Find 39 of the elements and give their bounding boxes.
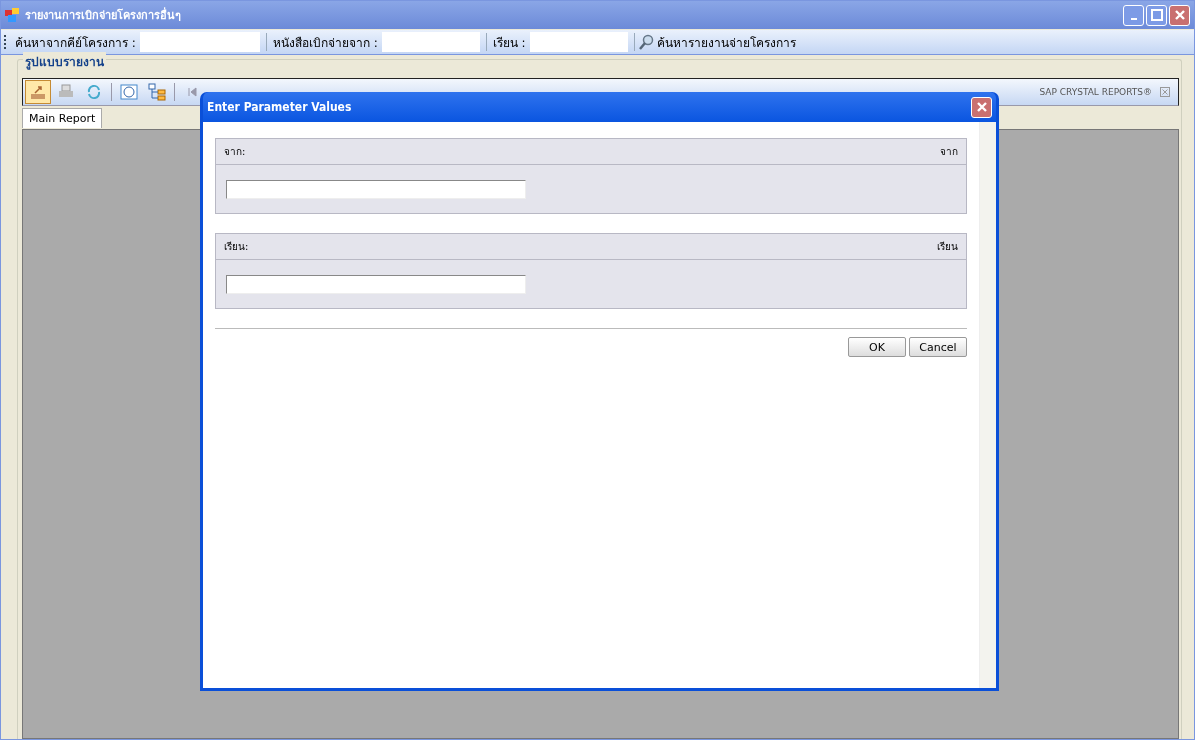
input-field[interactable] — [139, 32, 260, 52]
search-button[interactable]: ค้นหารายงานจ่ายโครงการ — [636, 32, 798, 52]
tree-icon — [148, 83, 166, 101]
export-button[interactable] — [25, 80, 51, 104]
refresh-icon — [86, 84, 102, 100]
dialog-button[interactable]: OK — [848, 337, 906, 357]
minimize-icon — [1130, 18, 1137, 20]
close-button[interactable] — [1169, 4, 1190, 26]
window-title: รายงานการเบิกจ่ายโครงการอื่นๆ — [25, 6, 181, 24]
brand-label: SAP CRYSTAL REPORTS® — [1039, 87, 1152, 97]
group-title: รูปแบบรายงาน — [23, 52, 106, 71]
parameter-description: เรียน — [937, 240, 958, 254]
toolbar-grip — [4, 35, 8, 49]
export-icon — [30, 84, 46, 100]
app-icon — [5, 8, 19, 22]
input-field[interactable] — [381, 32, 480, 52]
input-field[interactable] — [226, 275, 526, 294]
first-page-icon — [187, 86, 197, 98]
field-label: ค้นหาจากคีย์โครงการ : — [14, 34, 137, 52]
close-icon[interactable] — [1160, 87, 1170, 97]
maximize-icon — [1150, 9, 1163, 21]
field-label: หนังสือเบิกจ่ายจาก : — [271, 34, 379, 52]
search-icon — [638, 34, 655, 50]
input-field[interactable] — [529, 32, 628, 52]
input-field[interactable] — [226, 180, 526, 199]
parameter-label: จาก: — [224, 145, 246, 159]
close-icon — [975, 101, 988, 113]
scrollbar[interactable] — [979, 122, 996, 688]
field-label: เรียน : — [491, 34, 527, 52]
dialog-button[interactable]: Cancel — [909, 337, 967, 357]
parameter-description: จาก — [940, 145, 958, 159]
close-icon — [1173, 9, 1186, 21]
maximize-button[interactable] — [1146, 4, 1167, 26]
printer-icon — [58, 84, 74, 100]
minimize-button[interactable] — [1123, 4, 1144, 26]
parameter-label: เรียน: — [224, 240, 249, 254]
close-button[interactable] — [971, 96, 992, 118]
dialog-title: Enter Parameter Values — [207, 100, 352, 114]
report-tab[interactable]: Main Report — [22, 108, 103, 128]
